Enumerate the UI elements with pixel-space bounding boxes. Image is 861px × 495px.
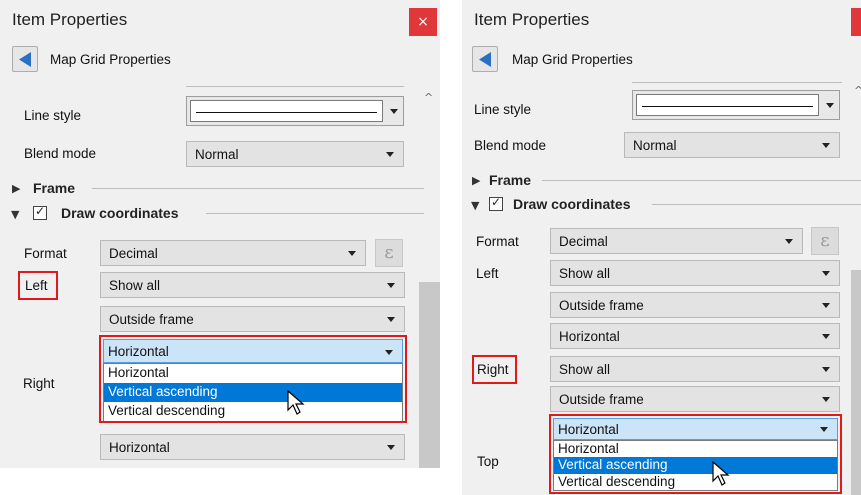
blend-mode-value: Normal	[633, 138, 677, 153]
mouse-pointer-icon	[287, 390, 305, 415]
dropdown-arrow-icon	[826, 103, 834, 108]
left-position-combo[interactable]: Outside frame	[550, 292, 840, 318]
right-display-value: Show all	[559, 362, 611, 377]
left-direction-combo[interactable]: Horizontal	[550, 323, 840, 349]
item-properties-panel-left: Item Properties × Map Grid Properties ^ …	[0, 0, 440, 468]
dropdown-arrow-icon	[348, 251, 356, 256]
mouse-pointer-icon	[712, 461, 730, 486]
line-style-combo[interactable]	[632, 90, 840, 120]
back-button[interactable]	[472, 46, 498, 72]
scroll-up-icon[interactable]: ^	[854, 84, 861, 97]
blend-mode-label: Blend mode	[24, 146, 97, 161]
callout-box	[472, 355, 517, 384]
format-combo[interactable]: Decimal	[550, 228, 803, 254]
close-icon[interactable]: ×	[409, 8, 437, 36]
left-label: Left	[476, 266, 499, 281]
frame-section[interactable]: Frame	[33, 180, 75, 196]
scroll-up-icon[interactable]: ^	[424, 91, 433, 104]
dropdown-arrow-icon	[387, 445, 395, 450]
expression-icon[interactable]: ε	[811, 227, 839, 255]
callout-box	[18, 271, 58, 300]
left-display-value: Show all	[109, 278, 161, 293]
format-value: Decimal	[559, 234, 608, 249]
left-position-value: Outside frame	[109, 312, 194, 327]
divider	[92, 188, 424, 189]
frame-section[interactable]: Frame	[489, 172, 531, 188]
expression-icon[interactable]: ε	[375, 239, 403, 267]
divider	[652, 204, 861, 205]
panel-title: Item Properties	[12, 10, 128, 29]
back-arrow-icon	[19, 52, 31, 67]
checkbox-icon: ✓	[491, 195, 502, 209]
line-style-label: Line style	[24, 108, 82, 123]
left-direction-value: Horizontal	[559, 329, 620, 344]
right-label: Right	[23, 376, 55, 391]
dropdown-arrow-icon	[387, 317, 395, 322]
divider	[206, 213, 424, 214]
title-bar: Item Properties	[0, 0, 440, 40]
divider	[186, 86, 404, 87]
format-label: Format	[24, 246, 67, 261]
callout-box	[99, 335, 407, 423]
expand-triangle-icon[interactable]: ▶	[472, 174, 480, 187]
draw-coordinates-section: Draw coordinates	[61, 205, 179, 221]
left-position-value: Outside frame	[559, 298, 644, 313]
line-style-label: Line style	[474, 102, 532, 117]
format-combo[interactable]: Decimal	[100, 240, 366, 266]
dropdown-arrow-icon	[822, 271, 830, 276]
blend-mode-label: Blend mode	[474, 138, 547, 153]
collapse-triangle-icon[interactable]: ▼	[471, 199, 479, 212]
draw-coordinates-checkbox[interactable]: ✓	[33, 204, 47, 220]
dropdown-arrow-icon	[822, 143, 830, 148]
dropdown-arrow-icon	[785, 239, 793, 244]
scrollbar-thumb[interactable]	[419, 282, 440, 468]
blend-mode-combo[interactable]: Normal	[186, 141, 404, 167]
panel-header: Map Grid Properties	[50, 52, 171, 67]
draw-coordinates-checkbox[interactable]: ✓	[489, 195, 503, 211]
left-display-value: Show all	[559, 266, 611, 281]
left-display-combo[interactable]: Show all	[550, 260, 840, 286]
line-style-combo[interactable]	[186, 96, 404, 126]
right-position-value: Outside frame	[559, 392, 644, 407]
close-icon[interactable]: ×	[851, 8, 861, 36]
line-style-preview	[636, 94, 819, 116]
dropdown-arrow-icon	[822, 397, 830, 402]
back-button[interactable]	[12, 46, 38, 72]
panel-header: Map Grid Properties	[512, 52, 633, 67]
dropdown-arrow-icon	[822, 303, 830, 308]
dropdown-arrow-icon	[822, 334, 830, 339]
dropdown-arrow-icon	[822, 367, 830, 372]
dropdown-arrow-icon	[386, 152, 394, 157]
blend-mode-value: Normal	[195, 147, 239, 162]
item-properties-panel-right: Item Properties × Map Grid Properties ^ …	[462, 0, 861, 495]
dropdown-arrow-icon	[387, 283, 395, 288]
lower-direction-combo[interactable]: Horizontal	[100, 434, 405, 460]
collapse-triangle-icon[interactable]: ▼	[11, 208, 19, 221]
right-position-combo[interactable]: Outside frame	[550, 386, 840, 412]
callout-box	[549, 414, 842, 494]
divider	[632, 82, 842, 83]
top-label: Top	[477, 454, 499, 469]
panel-title: Item Properties	[474, 10, 590, 29]
lower-direction-value: Horizontal	[109, 440, 170, 455]
left-position-combo[interactable]: Outside frame	[100, 306, 405, 332]
scrollbar-thumb[interactable]	[851, 270, 861, 495]
expand-triangle-icon[interactable]: ▶	[12, 182, 20, 195]
divider	[542, 180, 861, 181]
line-style-preview	[190, 100, 383, 122]
blend-mode-combo[interactable]: Normal	[624, 132, 840, 158]
back-arrow-icon	[479, 52, 491, 67]
checkbox-icon: ✓	[35, 204, 46, 218]
format-label: Format	[476, 234, 519, 249]
format-value: Decimal	[109, 246, 158, 261]
title-bar: Item Properties	[462, 0, 861, 40]
left-display-combo[interactable]: Show all	[100, 272, 405, 298]
draw-coordinates-section: Draw coordinates	[513, 196, 631, 212]
right-display-combo[interactable]: Show all	[550, 356, 840, 382]
dropdown-arrow-icon	[390, 109, 398, 114]
